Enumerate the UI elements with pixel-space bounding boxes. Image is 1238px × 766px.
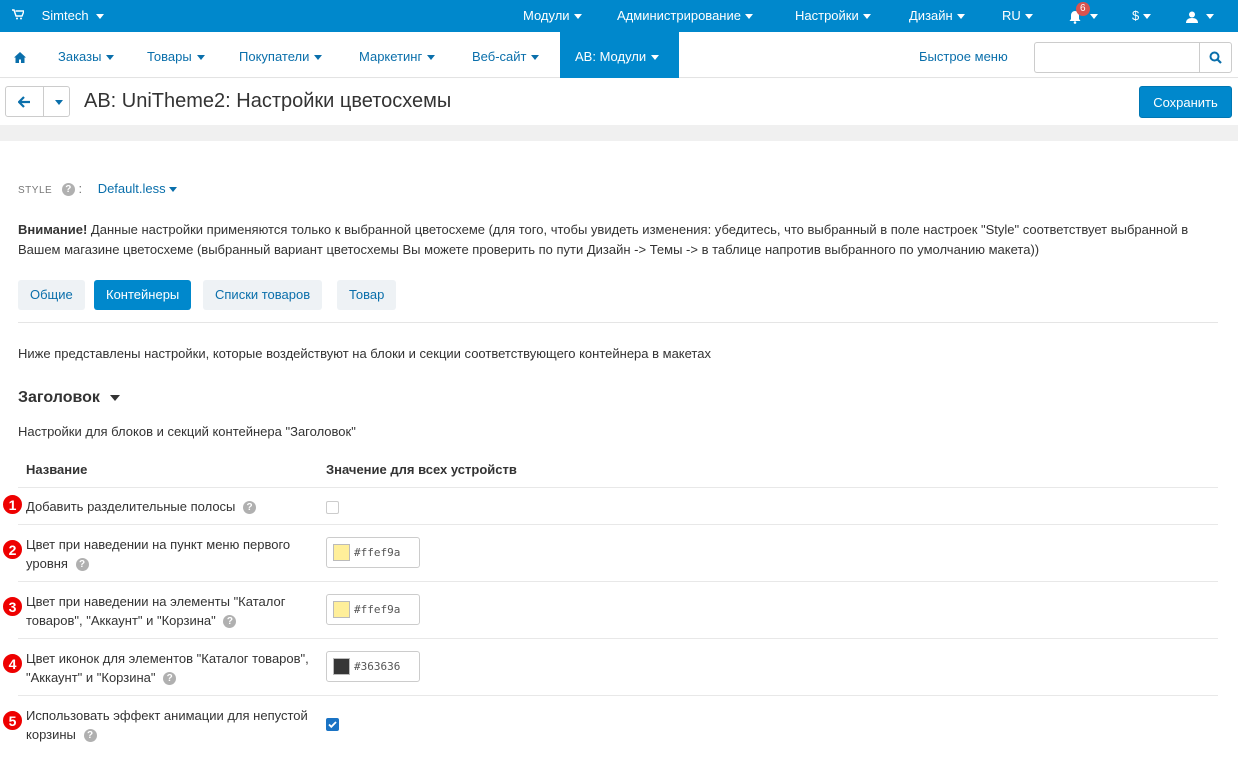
icons-color-picker[interactable]: #363636 bbox=[326, 651, 420, 682]
home-icon bbox=[14, 52, 26, 64]
chevron-down-icon bbox=[862, 14, 871, 20]
chevron-down-icon bbox=[531, 55, 540, 61]
chevron-down-icon bbox=[956, 14, 965, 20]
style-label: STYLE bbox=[18, 185, 53, 196]
nav-customers[interactable]: Покупатели bbox=[239, 32, 323, 78]
home-link[interactable] bbox=[14, 32, 26, 78]
page-title: AB: UniTheme2: Настройки цветосхемы bbox=[84, 90, 452, 112]
menu-language[interactable]: RU bbox=[1002, 0, 1033, 32]
search-button[interactable] bbox=[1199, 42, 1232, 73]
help-icon[interactable]: ? bbox=[163, 672, 177, 686]
column-header-name: Название bbox=[26, 462, 88, 477]
marker-4: 4 bbox=[2, 653, 23, 674]
color-value: #ffef9a bbox=[354, 546, 401, 559]
tab-general[interactable]: Общие bbox=[18, 280, 85, 310]
nav-orders[interactable]: Заказы bbox=[58, 32, 115, 78]
chevron-down-icon bbox=[1205, 14, 1214, 20]
menu-modules[interactable]: Модули bbox=[523, 0, 582, 32]
menu-settings[interactable]: Настройки bbox=[795, 0, 871, 32]
tab-product[interactable]: Товар bbox=[337, 280, 397, 310]
chevron-down-icon bbox=[1143, 14, 1152, 20]
brand-label: Simtech bbox=[41, 8, 89, 23]
back-dropdown-button[interactable] bbox=[43, 86, 70, 117]
help-icon[interactable]: ? bbox=[83, 729, 97, 743]
chevron-down-icon bbox=[106, 55, 115, 61]
help-icon[interactable]: ? bbox=[75, 558, 89, 572]
save-button[interactable]: Сохранить bbox=[1139, 86, 1232, 118]
row-divider bbox=[18, 695, 1218, 696]
chevron-down-icon bbox=[55, 100, 63, 105]
divider bbox=[18, 322, 1218, 323]
setting-label: Цвет при наведении на элементы "Каталог … bbox=[26, 594, 286, 629]
chevron-down-icon bbox=[1089, 14, 1098, 20]
help-icon[interactable]: ? bbox=[243, 501, 257, 515]
search-icon bbox=[1209, 51, 1222, 64]
menu-design[interactable]: Дизайн bbox=[909, 0, 965, 32]
row-divider bbox=[18, 487, 1218, 488]
separator-lines-checkbox[interactable] bbox=[326, 501, 339, 514]
intro-text: Ниже представлены настройки, которые воз… bbox=[18, 346, 711, 361]
row-divider bbox=[18, 581, 1218, 582]
notice-bold: Внимание! bbox=[18, 222, 88, 237]
nav-website[interactable]: Веб-сайт bbox=[472, 32, 540, 78]
cart-animation-checkbox[interactable] bbox=[326, 718, 339, 731]
nav-ab-modules[interactable]: AB: Модули bbox=[560, 32, 679, 78]
chevron-down-icon bbox=[196, 55, 205, 61]
nav-marketing[interactable]: Маркетинг bbox=[359, 32, 436, 78]
color-value: #363636 bbox=[354, 660, 401, 673]
setting-label: Добавить разделительные полосы ? bbox=[26, 497, 316, 516]
arrow-left-icon bbox=[18, 96, 30, 108]
user-menu[interactable] bbox=[1186, 0, 1214, 32]
chevron-down-icon bbox=[96, 14, 105, 20]
brand-menu[interactable]: Simtech bbox=[12, 0, 105, 32]
marker-1: 1 bbox=[2, 494, 23, 515]
chevron-down-icon bbox=[314, 55, 323, 61]
check-icon bbox=[328, 721, 337, 729]
quick-menu-link[interactable]: Быстрое меню bbox=[919, 32, 1008, 78]
menu-administration[interactable]: Администрирование bbox=[617, 0, 753, 32]
nav-products[interactable]: Товары bbox=[147, 32, 205, 78]
setting-label: Цвет иконок для элементов "Каталог товар… bbox=[26, 651, 309, 686]
row-divider bbox=[18, 638, 1218, 639]
notification-count-badge: 6 bbox=[1076, 2, 1090, 16]
color-swatch bbox=[333, 601, 350, 618]
setting-label: Использовать эффект анимации для непусто… bbox=[26, 708, 308, 743]
cart-icon bbox=[12, 0, 28, 32]
top-bar: Simtech Модули Администрирование Настрой… bbox=[0, 0, 1238, 32]
style-dropdown[interactable]: Default.less bbox=[98, 181, 177, 196]
chevron-down-icon bbox=[573, 14, 582, 20]
elements-hover-color-picker[interactable]: #ffef9a bbox=[326, 594, 420, 625]
section-description: Настройки для блоков и секций контейнера… bbox=[18, 424, 356, 439]
tab-containers[interactable]: Контейнеры bbox=[94, 280, 192, 310]
marker-5: 5 bbox=[2, 710, 23, 731]
chevron-down-icon bbox=[109, 394, 120, 401]
column-header-value: Значение для всех устройств bbox=[326, 462, 517, 477]
chevron-down-icon bbox=[427, 55, 436, 61]
help-icon[interactable]: ? bbox=[223, 615, 237, 629]
user-icon bbox=[1186, 11, 1198, 23]
chevron-down-icon bbox=[744, 14, 753, 20]
search-input[interactable] bbox=[1034, 42, 1199, 73]
menu-currency[interactable]: $ bbox=[1132, 0, 1152, 32]
marker-3: 3 bbox=[2, 596, 23, 617]
chevron-down-icon bbox=[651, 55, 660, 61]
notice-body: Данные настройки применяются только к вы… bbox=[18, 222, 1189, 257]
color-swatch bbox=[333, 658, 350, 675]
section-title[interactable]: Заголовок bbox=[18, 387, 120, 409]
setting-label: Цвет при наведении на пункт меню первого… bbox=[26, 537, 291, 572]
marker-2: 2 bbox=[2, 539, 23, 560]
color-swatch bbox=[333, 544, 350, 561]
row-divider bbox=[18, 524, 1218, 525]
notifications-menu[interactable]: 6 bbox=[1068, 0, 1108, 32]
style-selector: STYLE ? : Default.less bbox=[18, 180, 177, 198]
chevron-down-icon bbox=[1024, 14, 1033, 20]
chevron-down-icon bbox=[168, 187, 177, 193]
notice-text: Внимание! Данные настройки применяются т… bbox=[18, 220, 1218, 260]
help-icon[interactable]: ? bbox=[61, 183, 75, 197]
header-divider bbox=[0, 125, 1238, 141]
back-button[interactable] bbox=[5, 86, 44, 117]
tab-product-lists[interactable]: Списки товаров bbox=[203, 280, 323, 310]
menu-hover-color-picker[interactable]: #ffef9a bbox=[326, 537, 420, 568]
color-value: #ffef9a bbox=[354, 603, 401, 616]
